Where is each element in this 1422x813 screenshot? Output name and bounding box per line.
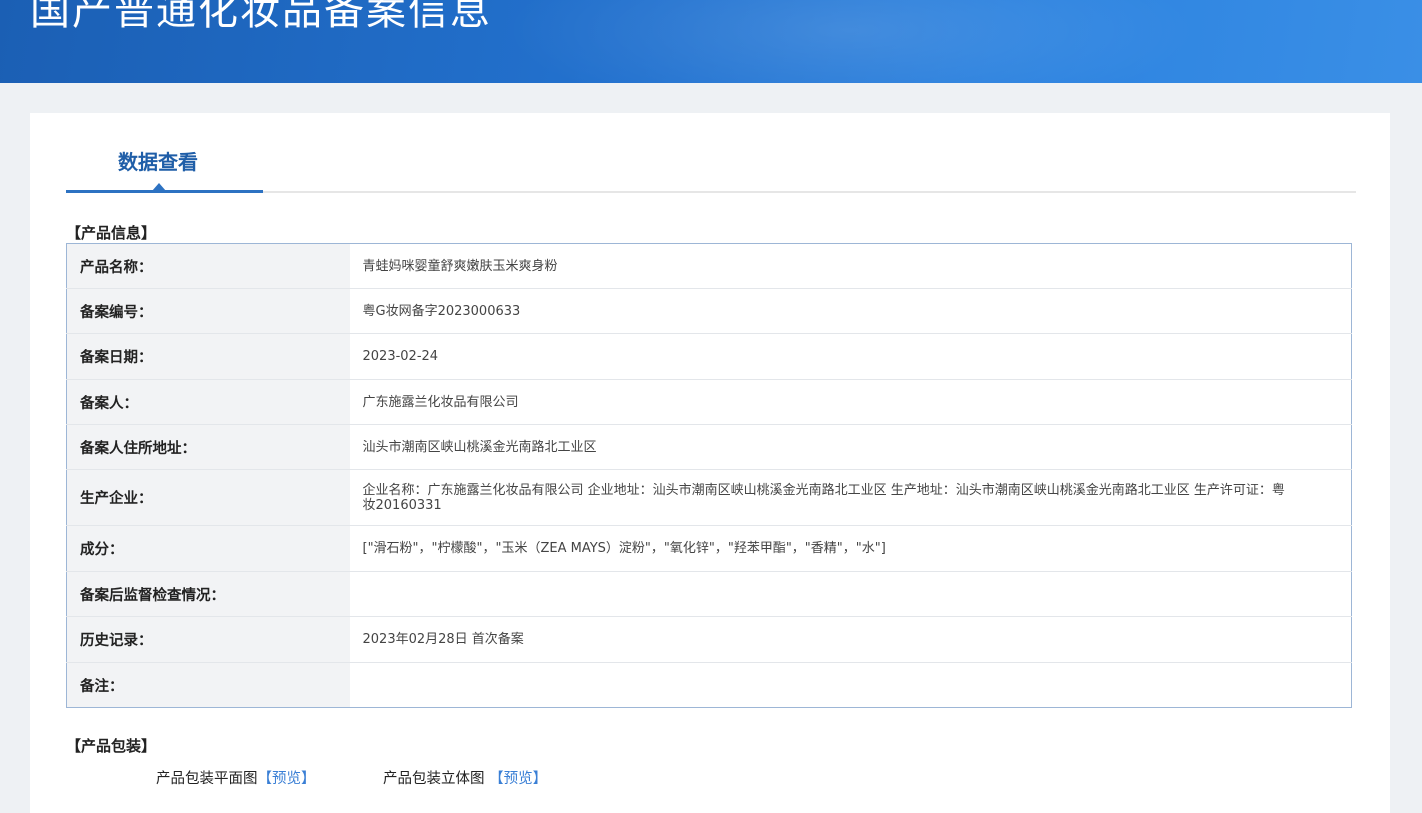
row-label: 备案日期： <box>66 333 350 380</box>
row-value <box>349 571 1352 617</box>
table-row: 备案人： 广东施露兰化妆品有限公司 <box>66 379 1352 425</box>
table-row: 备案日期： 2023-02-24 <box>66 333 1352 380</box>
row-label: 备案人住所地址： <box>66 424 350 470</box>
table-row: 生产企业： 企业名称：广东施露兰化妆品有限公司 企业地址：汕头市潮南区峡山桃溪金… <box>66 469 1352 526</box>
row-value: 粤G妆网备字2023000633 <box>349 288 1352 334</box>
row-value: 广东施露兰化妆品有限公司 <box>349 379 1352 425</box>
row-value: 2023年02月28日 首次备案 <box>349 616 1352 663</box>
row-label: 备案人： <box>66 379 350 425</box>
caret-up-icon <box>152 183 166 191</box>
table-row: 备注： <box>66 662 1352 708</box>
product-info-table: 产品名称： 青蛙妈咪婴童舒爽嫩肤玉米爽身粉 备案编号： 粤G妆网备字202300… <box>66 243 1352 708</box>
table-row: 备案人住所地址： 汕头市潮南区峡山桃溪金光南路北工业区 <box>66 424 1352 470</box>
page-title: 国产普通化妆品备案信息 <box>30 0 492 34</box>
package-stereo-preview-link[interactable]: 【预览】 <box>489 771 547 787</box>
package-flat-label: 产品包装平面图 <box>156 771 258 787</box>
table-row: 历史记录： 2023年02月28日 首次备案 <box>66 616 1352 663</box>
header-banner: 国产普通化妆品备案信息 <box>0 0 1422 83</box>
row-value: 2023-02-24 <box>349 333 1352 380</box>
content-card: 数据查看 【产品信息】 产品名称： 青蛙妈咪婴童舒爽嫩肤玉米爽身粉 备案编号： … <box>30 113 1390 813</box>
row-label: 生产企业： <box>66 469 350 526</box>
row-value: 汕头市潮南区峡山桃溪金光南路北工业区 <box>349 424 1352 470</box>
row-value: 青蛙妈咪婴童舒爽嫩肤玉米爽身粉 <box>349 243 1352 289</box>
tab-data-view[interactable]: 数据查看 <box>118 146 198 175</box>
row-label: 备注： <box>66 662 350 708</box>
row-value: 企业名称：广东施露兰化妆品有限公司 企业地址：汕头市潮南区峡山桃溪金光南路北工业… <box>349 469 1352 526</box>
row-label: 历史记录： <box>66 616 350 663</box>
table-row: 备案后监督检查情况： <box>66 571 1352 617</box>
table-row: 产品名称： 青蛙妈咪婴童舒爽嫩肤玉米爽身粉 <box>66 243 1352 289</box>
product-info-title: 【产品信息】 <box>66 224 157 242</box>
row-value <box>350 663 1352 708</box>
package-flat-item: 产品包装平面图【预览】 <box>156 767 316 788</box>
package-stereo-item: 产品包装立体图 【预览】 <box>383 767 547 788</box>
packaging-title: 【产品包装】 <box>66 737 157 755</box>
package-stereo-label: 产品包装立体图 <box>383 771 485 787</box>
table-row: 成分： ["滑石粉"，"柠檬酸"，"玉米（ZEA MAYS）淀粉"，"氧化锌"，… <box>66 525 1352 572</box>
row-label: 产品名称： <box>66 243 350 289</box>
row-value: ["滑石粉"，"柠檬酸"，"玉米（ZEA MAYS）淀粉"，"氧化锌"，"羟苯甲… <box>349 525 1352 572</box>
table-row: 备案编号： 粤G妆网备字2023000633 <box>66 288 1352 334</box>
row-label: 成分： <box>66 525 350 572</box>
package-flat-preview-link[interactable]: 【预览】 <box>258 771 316 787</box>
row-label: 备案编号： <box>66 288 350 334</box>
row-label: 备案后监督检查情况： <box>66 571 350 617</box>
